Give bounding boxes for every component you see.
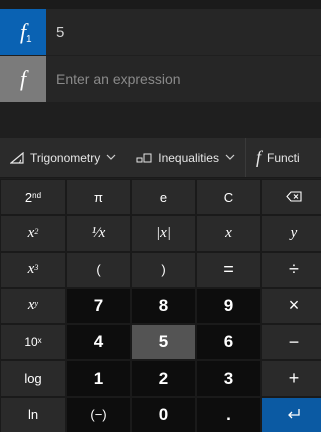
- digit-9-button[interactable]: 9: [197, 288, 260, 324]
- negate-button[interactable]: (−): [67, 397, 130, 432]
- function-label: Functi: [266, 150, 300, 165]
- x-variable-button[interactable]: x: [197, 216, 260, 251]
- pi-button[interactable]: π: [67, 180, 130, 215]
- power-exponent: y: [34, 299, 39, 309]
- ten-power-button[interactable]: 10 x: [1, 325, 65, 360]
- equals-button[interactable]: =: [197, 252, 260, 287]
- digit-5-button[interactable]: 5: [132, 325, 195, 360]
- function-subscript: 1: [26, 34, 32, 45]
- digit-0-button[interactable]: 0: [132, 397, 195, 432]
- enter-button[interactable]: [262, 397, 321, 432]
- divide-button[interactable]: ÷: [262, 252, 321, 287]
- second-superscript: nd: [32, 190, 42, 200]
- digit-6-button[interactable]: 6: [197, 325, 260, 360]
- ten-power-base: 10: [24, 335, 38, 350]
- square-exponent: 2: [34, 226, 39, 236]
- power-base: x: [27, 297, 35, 314]
- e-button[interactable]: e: [132, 180, 195, 215]
- inequalities-label: Inequalities: [158, 150, 219, 165]
- graphing-calculator: f 1 5 f Enter an expression Trigonometry…: [0, 0, 321, 432]
- backspace-button[interactable]: [262, 180, 321, 215]
- function-2-icon[interactable]: f: [0, 56, 46, 102]
- keypad-toolbar: Trigonometry Inequalities f Functi: [0, 138, 321, 178]
- right-paren-button[interactable]: ): [132, 252, 195, 287]
- function-row-2[interactable]: f Enter an expression: [0, 56, 321, 102]
- trigonometry-label: Trigonometry: [30, 150, 101, 165]
- digit-4-button[interactable]: 4: [67, 325, 130, 360]
- multiply-button[interactable]: ×: [262, 288, 321, 324]
- ten-power-exponent: x: [37, 335, 42, 345]
- function-dropdown[interactable]: f Functi: [244, 138, 310, 177]
- power-button[interactable]: xy: [1, 288, 65, 324]
- plus-button[interactable]: +: [262, 361, 321, 396]
- second-function-button[interactable]: 2nd: [1, 180, 65, 215]
- square-base: x: [27, 224, 35, 241]
- function-icon: f: [255, 147, 261, 167]
- cube-button[interactable]: x3: [1, 252, 65, 287]
- triangle-angle-icon: [10, 151, 24, 164]
- digit-7-button[interactable]: 7: [67, 288, 130, 324]
- top-separator: [0, 0, 321, 9]
- minus-button[interactable]: −: [262, 325, 321, 360]
- inequalities-dropdown[interactable]: Inequalities: [126, 138, 245, 177]
- digit-8-button[interactable]: 8: [132, 288, 195, 324]
- chevron-down-icon: [225, 152, 235, 163]
- function-row-1[interactable]: f 1 5: [0, 9, 321, 55]
- absolute-value-button[interactable]: |x|: [132, 216, 195, 251]
- backspace-icon: [286, 190, 302, 205]
- function-symbol: f: [19, 66, 27, 91]
- y-variable-button[interactable]: y: [262, 216, 321, 251]
- log-button[interactable]: log: [1, 361, 65, 396]
- chevron-down-icon: [106, 152, 116, 163]
- inequality-icon: [136, 153, 152, 163]
- expression-input[interactable]: Enter an expression: [56, 71, 181, 87]
- keypad: 2nd π e C x2 ¹⁄x |x| x y x3 ( ) = ÷ xy 7…: [0, 179, 321, 432]
- digit-3-button[interactable]: 3: [197, 361, 260, 396]
- enter-icon: [287, 404, 301, 425]
- function-1-icon[interactable]: f 1: [0, 9, 46, 55]
- decimal-point-button[interactable]: .: [197, 397, 260, 432]
- trigonometry-dropdown[interactable]: Trigonometry: [0, 138, 126, 177]
- function-1-expression[interactable]: 5: [56, 24, 64, 41]
- second-label: 2: [24, 189, 33, 205]
- square-button[interactable]: x2: [1, 216, 65, 251]
- digit-2-button[interactable]: 2: [132, 361, 195, 396]
- left-paren-button[interactable]: (: [67, 252, 130, 287]
- clear-button[interactable]: C: [197, 180, 260, 215]
- ln-button[interactable]: ln: [1, 397, 65, 432]
- digit-1-button[interactable]: 1: [67, 361, 130, 396]
- cube-exponent: 3: [34, 263, 39, 273]
- reciprocal-button[interactable]: ¹⁄x: [67, 216, 130, 251]
